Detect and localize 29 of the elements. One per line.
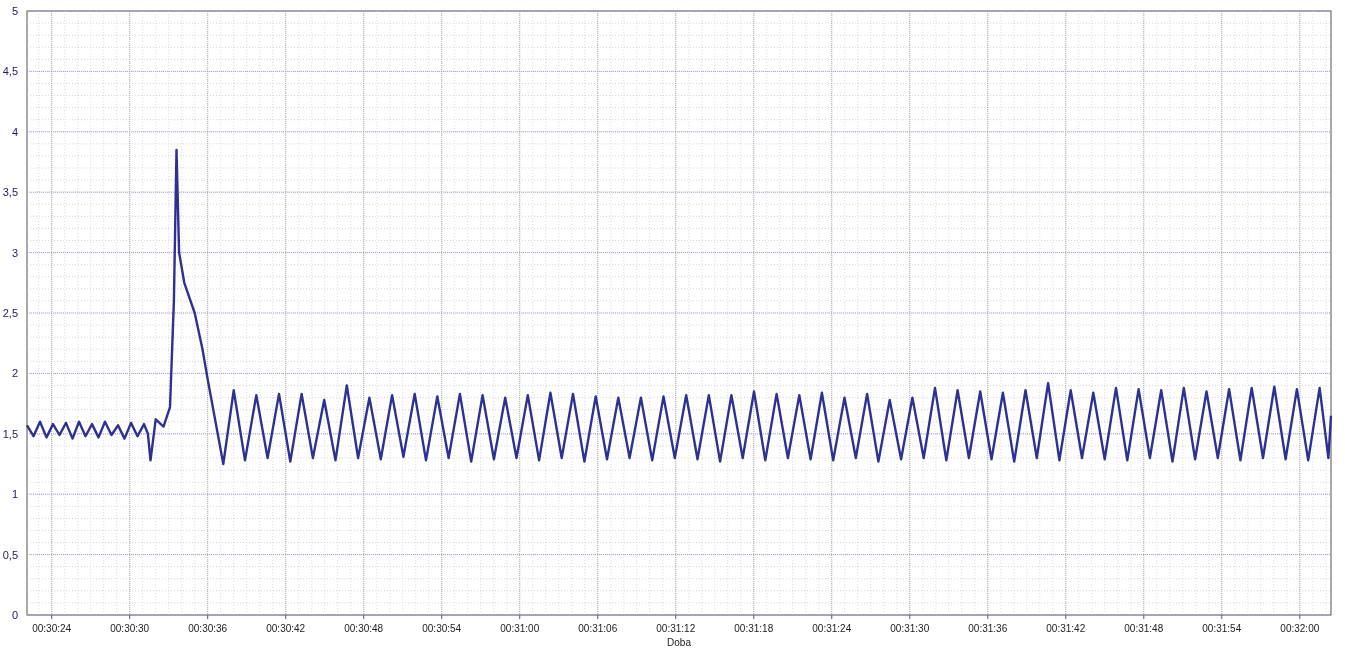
- x-tick-label: 00:31:48: [1124, 623, 1164, 634]
- y-tick-label: 0,5: [2, 548, 18, 561]
- y-tick-label: 5: [11, 5, 18, 17]
- x-tick-label: 00:31:42: [1046, 623, 1086, 634]
- x-tick-label: 00:31:00: [500, 623, 540, 634]
- x-tick-label: 00:31:36: [968, 623, 1008, 634]
- y-tick-label: 3,5: [2, 186, 18, 199]
- x-tick-label: 00:30:24: [32, 623, 72, 634]
- x-tick-label: 00:30:36: [188, 623, 228, 634]
- y-tick-label: 1,5: [2, 427, 18, 440]
- y-tick-label: 4,5: [2, 65, 18, 78]
- x-tick-label: 00:30:30: [110, 623, 150, 634]
- x-tick-label: 00:31:24: [812, 623, 852, 634]
- y-tick-label: 2: [11, 367, 18, 380]
- x-tick-label: 00:30:54: [422, 623, 462, 634]
- y-tick-label: 3: [11, 246, 18, 259]
- y-tick-label: 2,5: [2, 307, 18, 319]
- y-tick-label: 1: [11, 488, 18, 501]
- y-tick-label: 4: [11, 125, 18, 138]
- x-tick-label: 00:30:42: [266, 623, 306, 634]
- x-axis-title: Doba: [667, 637, 691, 648]
- x-tick-label: 00:32:00: [1280, 623, 1320, 634]
- x-tick-label: 00:31:12: [656, 623, 696, 634]
- x-tick-label: 00:30:48: [344, 623, 384, 634]
- x-tick-label: 00:31:54: [1202, 623, 1242, 634]
- x-tick-label: 00:31:06: [578, 623, 618, 634]
- x-tick-label: 00:31:18: [734, 623, 774, 634]
- x-tick-label: 00:31:30: [890, 623, 930, 634]
- y-tick-label: 0: [11, 609, 18, 621]
